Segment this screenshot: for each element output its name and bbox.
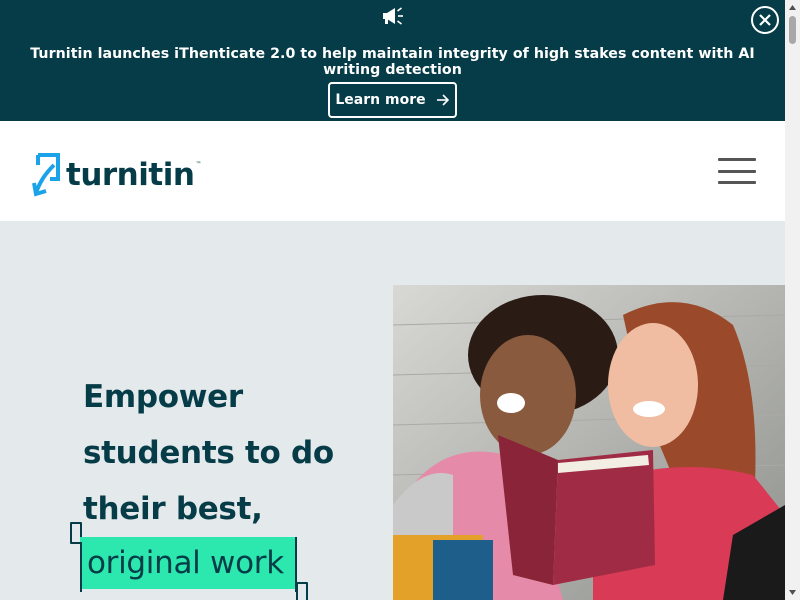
hero-headline: Empower students to do their best, bbox=[83, 369, 383, 537]
headline-line-1: Empower bbox=[83, 379, 243, 415]
highlighted-text: original work bbox=[80, 537, 296, 589]
announcement-text: Turnitin launches iThenticate 2.0 to hel… bbox=[30, 46, 755, 78]
hamburger-line bbox=[718, 181, 756, 184]
scroll-up-arrow-icon[interactable] bbox=[788, 3, 797, 12]
headline-line-2: students to do bbox=[83, 435, 334, 471]
announcement-banner: Turnitin launches iThenticate 2.0 to hel… bbox=[0, 0, 785, 121]
hero-section: Empower students to do their best, origi… bbox=[0, 221, 785, 600]
vertical-scrollbar[interactable] bbox=[785, 0, 800, 600]
arrow-right-icon bbox=[436, 94, 449, 106]
hero-photo-students-reading bbox=[393, 285, 785, 600]
highlight-block: original work bbox=[70, 522, 310, 600]
hamburger-menu-button[interactable] bbox=[718, 158, 756, 184]
turnitin-logo-icon bbox=[32, 153, 60, 197]
scrollbar-thumb[interactable] bbox=[789, 16, 796, 44]
hamburger-menu-icon bbox=[718, 158, 756, 161]
turnitin-logo[interactable]: turnitin ™ bbox=[32, 153, 201, 197]
logo-trademark: ™ bbox=[195, 161, 202, 168]
megaphone-icon bbox=[383, 7, 403, 25]
hamburger-line bbox=[718, 169, 756, 173]
scroll-down-arrow-icon[interactable] bbox=[788, 588, 797, 597]
close-icon bbox=[759, 14, 771, 26]
text-cursor-bottom bbox=[296, 582, 308, 600]
close-banner-button[interactable] bbox=[751, 6, 779, 34]
logo-wordmark: turnitin bbox=[66, 157, 195, 193]
selection-edge-left bbox=[80, 542, 82, 592]
site-header: turnitin ™ bbox=[0, 121, 785, 221]
learn-more-button[interactable]: Learn more bbox=[328, 82, 457, 118]
learn-more-label: Learn more bbox=[335, 92, 426, 108]
